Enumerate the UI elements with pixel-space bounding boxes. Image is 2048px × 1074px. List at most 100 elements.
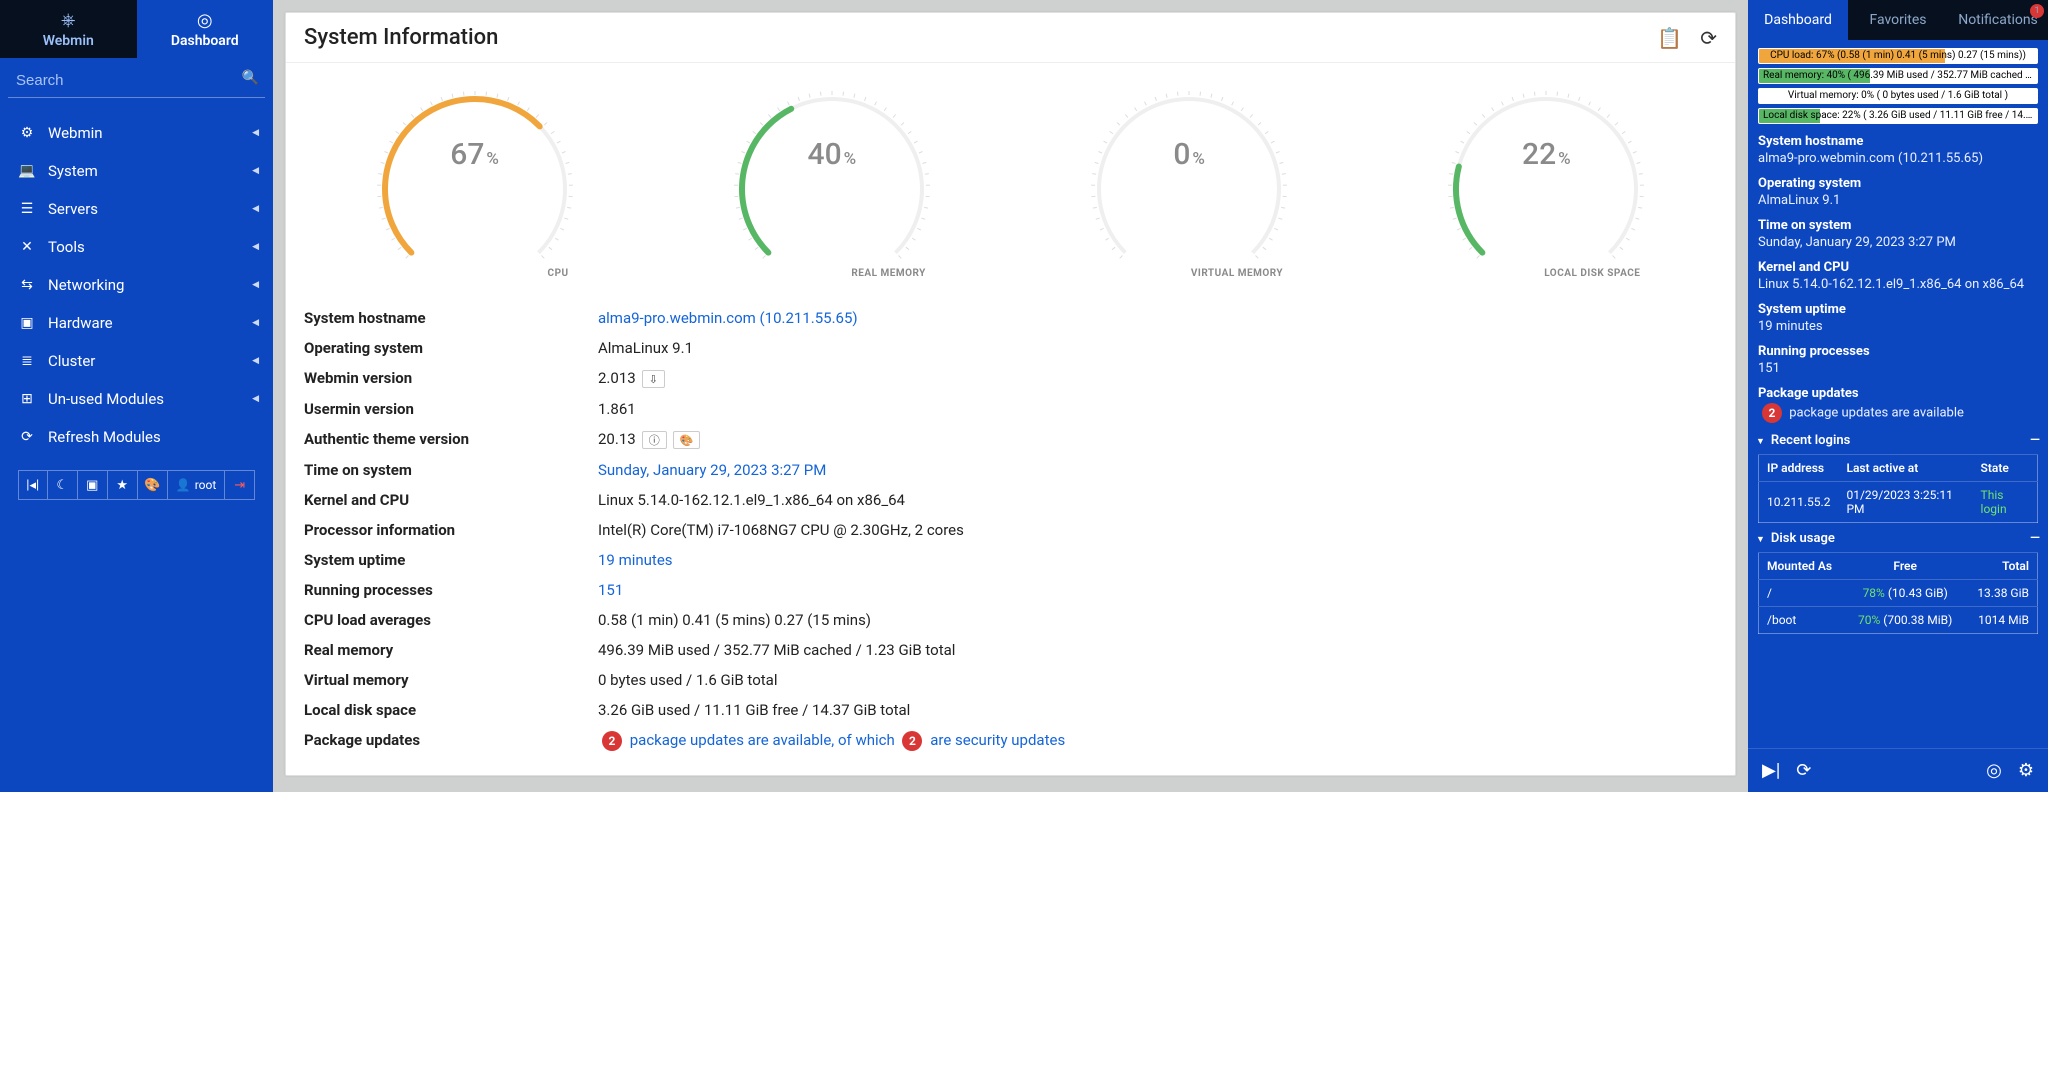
- table-row[interactable]: /78% (10.43 GiB)13.38 GiB: [1759, 580, 2038, 607]
- row-virtmem: Virtual memory0 bytes used / 1.6 GiB tot…: [294, 665, 1727, 695]
- nav-networking[interactable]: ⇆Networking◀: [0, 266, 273, 304]
- label: Package updates: [304, 731, 598, 751]
- running-link[interactable]: 151: [598, 581, 623, 599]
- section-recent-logins[interactable]: ▼Recent logins—: [1756, 433, 2040, 448]
- row-time: Time on systemSunday, January 29, 2023 3…: [294, 455, 1727, 485]
- minus-icon[interactable]: —: [2030, 433, 2040, 448]
- r-time-value: Sunday, January 29, 2023 3:27 PM: [1758, 235, 2038, 250]
- row-hostname: System hostnamealma9-pro.webmin.com (10.…: [294, 303, 1727, 333]
- nightmode-button[interactable]: ☾: [48, 470, 78, 500]
- logout-button[interactable]: ⇥: [225, 470, 255, 500]
- gauge-label: VIRTUAL MEMORY: [1191, 268, 1283, 279]
- r-pkg-label: Package updates: [1758, 386, 2038, 401]
- gauge-value: 40%: [808, 137, 857, 172]
- chevron-left-icon: ◀: [252, 318, 259, 328]
- right-body: CPU load: 67% (0.58 (1 min) 0.41 (5 mins…: [1748, 40, 2048, 792]
- label: Real memory: [304, 641, 598, 659]
- table-row[interactable]: /boot70% (700.38 MiB)1014 MiB: [1759, 607, 2038, 634]
- r-hostname-value: alma9-pro.webmin.com (10.211.55.65): [1758, 151, 2038, 166]
- hardware-icon: ▣: [16, 315, 38, 331]
- row-theme: Authentic theme version20.13ⓘ🎨: [294, 424, 1727, 455]
- theme-icon[interactable]: 🎨: [673, 431, 701, 449]
- expand-icon[interactable]: ▶|: [1762, 760, 1780, 781]
- nav-label: Hardware: [48, 314, 113, 332]
- label: Running processes: [304, 581, 598, 599]
- cell-total: 13.38 GiB: [1964, 580, 2037, 607]
- server-icon: ☰: [16, 201, 38, 217]
- chevron-left-icon: ◀: [252, 128, 259, 138]
- tab-dashboard[interactable]: ◎ Dashboard: [137, 0, 274, 58]
- value: Intel(R) Core(TM) i7-1068NG7 CPU @ 2.30G…: [598, 521, 1717, 539]
- hostname-link[interactable]: alma9-pro.webmin.com (10.211.55.65): [598, 309, 858, 327]
- favorite-button[interactable]: ★: [108, 470, 138, 500]
- rtab-label: Notifications: [1958, 12, 2038, 28]
- nav-label: Tools: [48, 238, 85, 256]
- search-wrap: 🔍: [8, 64, 265, 98]
- tab-dashboard-label: Dashboard: [171, 33, 239, 49]
- gauge-label: CPU: [548, 268, 569, 279]
- label: System hostname: [304, 309, 598, 327]
- minus-icon[interactable]: —: [2030, 531, 2040, 546]
- cluster-icon: ≣: [16, 353, 38, 369]
- gauge-label: LOCAL DISK SPACE: [1544, 268, 1640, 279]
- label: Processor information: [304, 521, 598, 539]
- pkg-link1[interactable]: package updates are available, of which: [630, 731, 895, 749]
- col-ip: IP address: [1759, 455, 1839, 482]
- nav-label: System: [48, 162, 98, 180]
- refresh-icon[interactable]: ⟳: [1796, 760, 1811, 781]
- user-button[interactable]: 👤root: [168, 470, 226, 500]
- search-input[interactable]: [8, 64, 265, 98]
- nav-servers[interactable]: ☰Servers◀: [0, 190, 273, 228]
- section-disk-usage[interactable]: ▼Disk usage—: [1756, 531, 2040, 546]
- right-footer: ▶| ⟳ ◎ ⚙: [1748, 748, 2048, 792]
- info-icon[interactable]: ⓘ: [642, 431, 667, 449]
- pkg-count-badge: 2: [602, 731, 622, 751]
- search-icon[interactable]: 🔍: [242, 70, 259, 86]
- value: 0 bytes used / 1.6 GiB total: [598, 671, 1717, 689]
- tab-webmin[interactable]: ⎈ Webmin: [0, 0, 137, 58]
- collapse-button[interactable]: |◂|: [18, 470, 48, 500]
- r-kernel-value: Linux 5.14.0-162.12.1.el9_1.x86_64 on x8…: [1758, 277, 2038, 292]
- pkg-sec-badge: 2: [902, 731, 922, 751]
- value: 496.39 MiB used / 352.77 MiB cached / 1.…: [598, 641, 1717, 659]
- nav-refresh[interactable]: ⟳Refresh Modules: [0, 418, 273, 456]
- clipboard-icon[interactable]: 📋: [1657, 26, 1682, 50]
- usage-bars: CPU load: 67% (0.58 (1 min) 0.41 (5 mins…: [1758, 48, 2038, 124]
- uptime-link[interactable]: 19 minutes: [598, 551, 673, 569]
- rtab-dashboard[interactable]: Dashboard: [1748, 0, 1848, 40]
- col-last: Last active at: [1838, 455, 1972, 482]
- gear-icon: ⚙: [16, 125, 38, 141]
- rtab-favorites[interactable]: Favorites: [1848, 0, 1948, 40]
- notif-badge: 1: [2030, 4, 2044, 18]
- time-link[interactable]: Sunday, January 29, 2023 3:27 PM: [598, 461, 826, 479]
- nav-webmin[interactable]: ⚙Webmin◀: [0, 114, 273, 152]
- table-header: Mounted AsFreeTotal: [1759, 553, 2038, 580]
- disk-usage-table: Mounted AsFreeTotal /78% (10.43 GiB)13.3…: [1758, 552, 2038, 634]
- bar-virt: Virtual memory: 0% ( 0 bytes used / 1.6 …: [1758, 88, 2038, 104]
- tools-icon: ✕: [16, 239, 38, 255]
- nav-system[interactable]: 💻System◀: [0, 152, 273, 190]
- nav-cluster[interactable]: ≣Cluster◀: [0, 342, 273, 380]
- system-info-panel: System Information 📋 ⟳ 67%CPU40%REAL MEM…: [285, 12, 1736, 776]
- dashboard-icon: ◎: [197, 10, 213, 31]
- row-os: Operating systemAlmaLinux 9.1: [294, 333, 1727, 363]
- terminal-button[interactable]: ▣: [78, 470, 108, 500]
- target-icon[interactable]: ◎: [1986, 760, 2002, 781]
- chevron-left-icon: ◀: [252, 242, 259, 252]
- palette-button[interactable]: 🎨: [138, 470, 168, 500]
- nav-unused[interactable]: ⊞Un-used Modules◀: [0, 380, 273, 418]
- nav-tools[interactable]: ✕ Tools ◀: [0, 228, 273, 266]
- download-icon[interactable]: ⇩: [642, 370, 665, 388]
- rtab-notifications[interactable]: Notifications1: [1948, 0, 2048, 40]
- label: Operating system: [304, 339, 598, 357]
- col-total: Total: [1964, 553, 2037, 580]
- gauge-real-memory: 40% REAL MEMORY: [732, 89, 932, 289]
- reload-icon[interactable]: ⟳: [1700, 26, 1717, 50]
- refresh-icon: ⟳: [16, 429, 38, 445]
- settings-icon[interactable]: ⚙: [2018, 760, 2034, 781]
- gauge-label: REAL MEMORY: [851, 268, 926, 279]
- value: 20.13: [598, 430, 636, 448]
- pkg-link2[interactable]: are security updates: [930, 731, 1065, 749]
- nav-hardware[interactable]: ▣ Hardware ◀: [0, 304, 273, 342]
- table-row[interactable]: 10.211.55.201/29/2023 3:25:11 PMThis log…: [1759, 482, 2038, 523]
